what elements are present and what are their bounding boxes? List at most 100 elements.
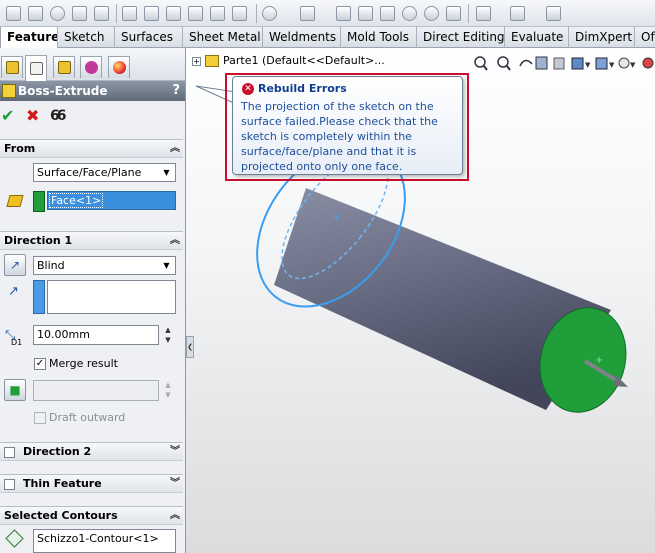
ok-button[interactable]: ✔	[1, 107, 14, 125]
start-condition-select[interactable]: Surface/Face/Plane ▼	[33, 163, 176, 182]
curve-icon[interactable]	[476, 6, 491, 21]
tab-evaluate[interactable]: Evaluate	[505, 27, 569, 48]
help-button[interactable]: ?	[172, 81, 180, 101]
section-direction1[interactable]: Direction 1 ︽	[0, 231, 183, 250]
end-condition-select[interactable]: Blind ▼	[33, 256, 176, 275]
collapse-icon[interactable]: ︽	[170, 232, 180, 250]
select-icon[interactable]	[94, 6, 109, 21]
expand-icon[interactable]: ︾	[170, 475, 180, 493]
merge-result-label: Merge result	[49, 357, 118, 370]
part-name[interactable]: Parte1 (Default<<Default>...	[223, 54, 385, 67]
face-center-marker: +	[595, 355, 603, 366]
collapse-icon[interactable]: ︽	[170, 140, 180, 158]
wrap-icon[interactable]	[446, 6, 461, 21]
loft-icon[interactable]	[380, 6, 395, 21]
section-direction1-label: Direction 1	[4, 234, 73, 247]
rebuild-errors-tooltip[interactable]: ✕ Rebuild Errors The projection of the s…	[232, 76, 463, 175]
detailed-preview-button[interactable]: 66	[50, 107, 67, 125]
section-from-label: From	[4, 142, 36, 155]
flyout-tree-root[interactable]: + Parte1 (Default<<Default>...	[192, 54, 385, 67]
selected-face-item[interactable]: Face<1>	[48, 193, 104, 208]
depth-spinner[interactable]: ▲ ▼	[163, 325, 173, 346]
property-manager-title: Boss-Extrude ?	[0, 81, 185, 101]
zoom-to-fit-icon[interactable]	[474, 56, 488, 71]
instant3d-icon[interactable]	[546, 6, 561, 21]
tab-surfaces[interactable]: Surfaces	[115, 27, 183, 48]
property-manager-tab[interactable]	[25, 55, 47, 81]
direction-reference-box[interactable]	[47, 280, 176, 314]
expand-icon[interactable]: ︾	[170, 443, 180, 461]
options-icon[interactable]	[72, 6, 87, 21]
direction-vector-icon: ↗	[8, 284, 19, 299]
draft-angle-input[interactable]	[33, 380, 159, 401]
view-orientation-icon[interactable]: ▼	[571, 57, 591, 70]
selection-color-swatch	[33, 191, 45, 212]
tab-sheet-metal[interactable]: Sheet Metal	[183, 27, 263, 48]
pattern-icon[interactable]	[262, 6, 277, 21]
view-icon[interactable]	[210, 6, 225, 21]
display-style-icon[interactable]: ▼	[595, 57, 615, 70]
dimxpert-manager-tab[interactable]	[80, 56, 102, 78]
tab-office[interactable]: Of	[635, 27, 655, 48]
depth-icon-label: D1	[11, 338, 23, 347]
tab-sketch[interactable]: Sketch	[58, 27, 115, 48]
tab-mold-tools[interactable]: Mold Tools	[341, 27, 417, 48]
grid-icon[interactable]	[122, 6, 137, 21]
configuration-manager-tab[interactable]	[53, 56, 75, 78]
tab-direct-editing[interactable]: Direct Editing	[417, 27, 505, 48]
collapse-icon[interactable]: ︽	[170, 507, 180, 525]
section-thin-feature[interactable]: Thin Feature ︾	[0, 474, 183, 493]
face-selection-box[interactable]: Face<1>	[47, 191, 176, 210]
rebuild-icon[interactable]	[50, 6, 65, 21]
property-manager-icon	[29, 62, 43, 75]
hide-show-items-icon[interactable]: ▼	[618, 57, 636, 69]
error-icon: ✕	[242, 83, 254, 95]
depth-input[interactable]: 10.00mm	[33, 325, 159, 345]
revolve-icon[interactable]	[336, 6, 351, 21]
tab-weldments[interactable]: Weldments	[263, 27, 341, 48]
draft-outward-checkbox[interactable]	[34, 412, 46, 424]
display-manager-tab[interactable]	[108, 56, 130, 78]
previous-view-icon[interactable]	[519, 59, 533, 67]
tab-features[interactable]: Features	[0, 27, 58, 49]
mass-properties-icon[interactable]	[166, 6, 181, 21]
section-icon[interactable]	[188, 6, 203, 21]
reverse-direction-button[interactable]: ↗	[4, 254, 26, 276]
feature-manager-tab[interactable]	[1, 56, 23, 78]
draft-toggle-button[interactable]: ■	[4, 379, 26, 401]
command-manager-tabs: Features Sketch Surfaces Sheet Metal Wel…	[0, 27, 655, 49]
shell-icon[interactable]	[424, 6, 439, 21]
expand-tree-icon[interactable]: +	[192, 56, 201, 66]
thin-feature-checkbox[interactable]	[4, 479, 15, 490]
panel-collapse-handle[interactable]: ❮	[186, 336, 194, 358]
display-icon[interactable]	[232, 6, 247, 21]
draft-outward-label: Draft outward	[49, 411, 126, 424]
edit-appearance-icon[interactable]	[642, 57, 654, 69]
start-condition-value: Surface/Face/Plane	[37, 166, 142, 179]
reference-icon[interactable]	[510, 6, 525, 21]
zoom-to-area-icon[interactable]	[497, 56, 511, 71]
configuration-icon	[57, 61, 71, 74]
section-view-icon[interactable]	[535, 56, 548, 70]
fillet-icon[interactable]	[402, 6, 417, 21]
draft-angle-spinner[interactable]: ▲ ▼	[163, 380, 173, 401]
dynamic-annotation-icon[interactable]	[553, 57, 565, 70]
section-direction2[interactable]: Direction 2 ︾	[0, 442, 183, 461]
section-selected-contours[interactable]: Selected Contours ︽	[0, 506, 183, 525]
dropdown-arrow-icon: ▼	[163, 168, 170, 177]
merge-result-checkbox[interactable]: ✓	[34, 358, 46, 370]
section-from[interactable]: From ︽	[0, 139, 183, 158]
extrude-icon[interactable]	[300, 6, 315, 21]
direction-color-swatch	[33, 280, 45, 314]
cancel-button[interactable]: ✖	[26, 107, 39, 125]
sweep-icon[interactable]	[358, 6, 373, 21]
sketch-icon[interactable]	[28, 6, 43, 21]
smart-dimension-icon[interactable]	[6, 6, 21, 21]
contour-list[interactable]: Schizzo1-Contour<1>	[33, 529, 176, 553]
manager-tabs	[0, 48, 185, 81]
contour-list-item[interactable]: Schizzo1-Contour<1>	[37, 532, 159, 545]
measure-icon[interactable]	[144, 6, 159, 21]
tab-dimxpert[interactable]: DimXpert	[569, 27, 635, 48]
direction2-checkbox[interactable]	[4, 447, 15, 458]
svg-text:▼: ▼	[585, 61, 591, 69]
